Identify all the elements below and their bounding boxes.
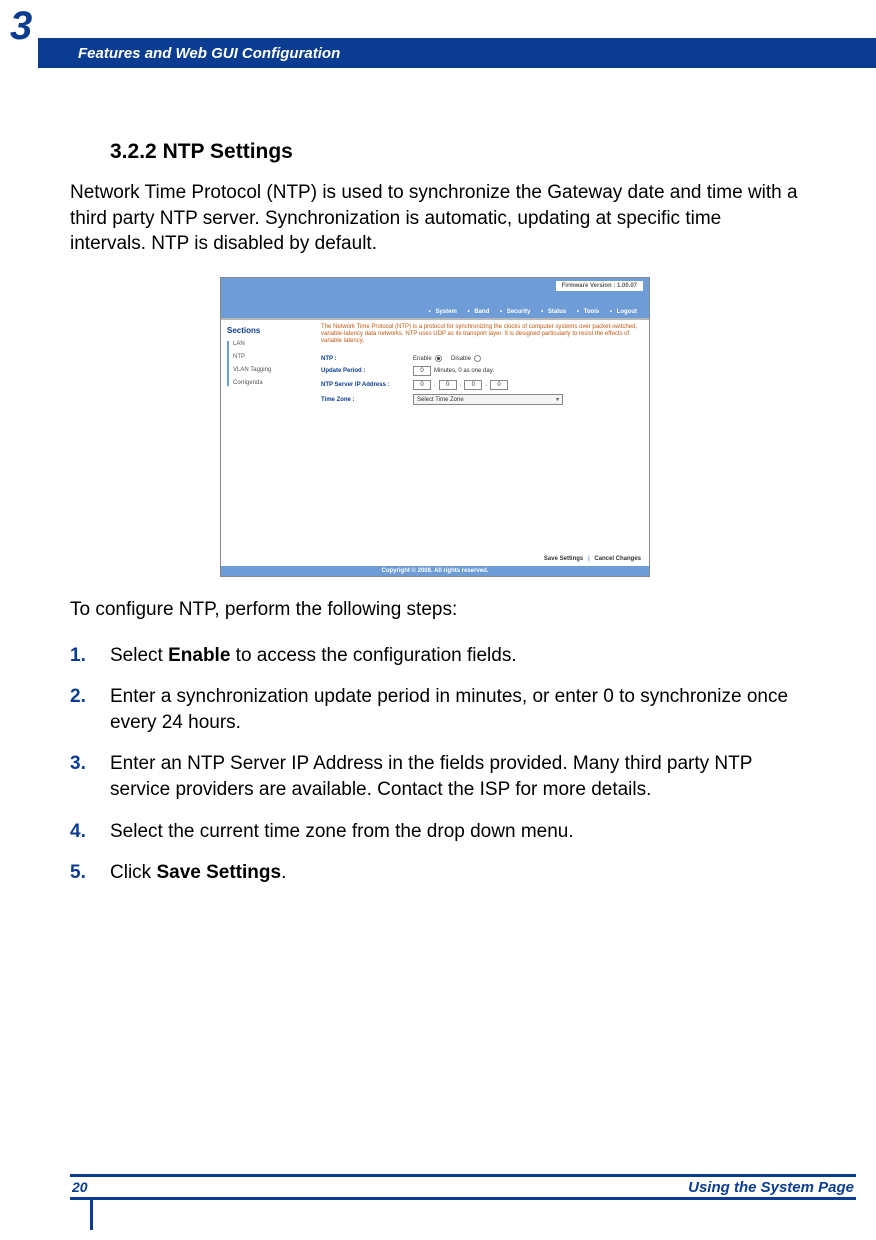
tz-label: Time Zone : [321,397,413,403]
config-lead: To configure NTP, perform the following … [70,597,800,623]
sidebar-item-vlan[interactable]: VLAN Tagging [233,367,307,373]
nav-band[interactable]: • Band [467,309,492,315]
disable-radio[interactable] [474,355,481,362]
nav-status[interactable]: • Status [541,309,569,315]
ntp-description: The Network Time Protocol (NTP) is a pro… [321,324,641,346]
step-1: Select Enable to access the configuratio… [70,643,800,669]
section-number: 3.2.2 [110,140,157,163]
ss-main: The Network Time Protocol (NTP) is a pro… [313,320,649,566]
ip-octet-3[interactable]: 0 [464,380,482,390]
ntp-label: NTP : [321,356,413,362]
server-label: NTP Server IP Address : [321,382,413,388]
firmware-label: Firmware Version : 1.00.07 [556,281,643,291]
disable-label: Disable [451,356,471,362]
save-settings-button[interactable]: Save Settings [544,556,583,562]
ip-octet-1[interactable]: 0 [413,380,431,390]
update-row: Update Period : 0 Minutes, 0 as one day. [321,366,641,376]
chapter-number: 3 [10,4,32,49]
ss-actions: Save Settings | Cancel Changes [544,556,641,562]
step-4: Select the current time zone from the dr… [70,819,800,845]
enable-radio[interactable] [435,355,442,362]
section-heading: 3.2.2 NTP Settings [110,140,800,164]
page-content: 3.2.2 NTP Settings Network Time Protocol… [70,140,800,902]
step-5: Click Save Settings. [70,860,800,886]
action-separator: | [588,556,590,562]
page-footer: 20 Using the System Page [70,1174,856,1200]
update-input[interactable]: 0 [413,366,431,376]
tz-value: Select Time Zone [417,397,464,403]
sidebar-item-corrigenda[interactable]: Corrigenda [233,380,307,386]
ss-body: Sections LAN NTP VLAN Tagging Corrigenda… [221,318,649,566]
footer-tick [90,1200,93,1230]
ss-copyright: Copyright © 2008. All rights reserved. [221,566,649,576]
step-3: Enter an NTP Server IP Address in the fi… [70,751,800,802]
nav-logout[interactable]: • Logout [610,309,640,315]
embedded-screenshot: Firmware Version : 1.00.07 • System • Ba… [220,277,650,577]
ss-header: Firmware Version : 1.00.07 • System • Ba… [221,278,649,318]
tz-select[interactable]: Select Time Zone ▾ [413,394,563,405]
update-label: Update Period : [321,368,413,374]
server-row: NTP Server IP Address : 0. 0. 0. 0 [321,380,641,390]
steps-list: Select Enable to access the configuratio… [70,643,800,886]
section-intro: Network Time Protocol (NTP) is used to s… [70,180,800,257]
sidebar-item-lan[interactable]: LAN [233,341,307,347]
nav-system[interactable]: • System [429,309,460,315]
step-2: Enter a synchronization update period in… [70,684,800,735]
page-number: 20 [72,1179,88,1195]
ss-nav: • System • Band • Security • Status • To… [426,309,643,315]
nav-tools[interactable]: • Tools [577,309,602,315]
ip-octet-4[interactable]: 0 [490,380,508,390]
chevron-down-icon: ▾ [556,396,559,403]
sections-label: Sections [227,326,307,335]
enable-label: Enable [413,356,432,362]
header-title: Features and Web GUI Configuration [78,45,340,62]
ss-sidebar: Sections LAN NTP VLAN Tagging Corrigenda [221,320,313,566]
footer-section: Using the System Page [688,1179,854,1196]
ntp-row: NTP : Enable Disable [321,355,641,362]
ip-octet-2[interactable]: 0 [439,380,457,390]
update-suffix: Minutes, 0 as one day. [434,368,494,374]
nav-security[interactable]: • Security [500,309,533,315]
section-title: NTP Settings [163,140,293,163]
cancel-changes-button[interactable]: Cancel Changes [594,556,641,562]
ss-menu: LAN NTP VLAN Tagging Corrigenda [227,341,307,386]
sidebar-item-ntp[interactable]: NTP [233,354,307,360]
header-bar: Features and Web GUI Configuration [38,38,876,68]
tz-row: Time Zone : Select Time Zone ▾ [321,394,641,405]
